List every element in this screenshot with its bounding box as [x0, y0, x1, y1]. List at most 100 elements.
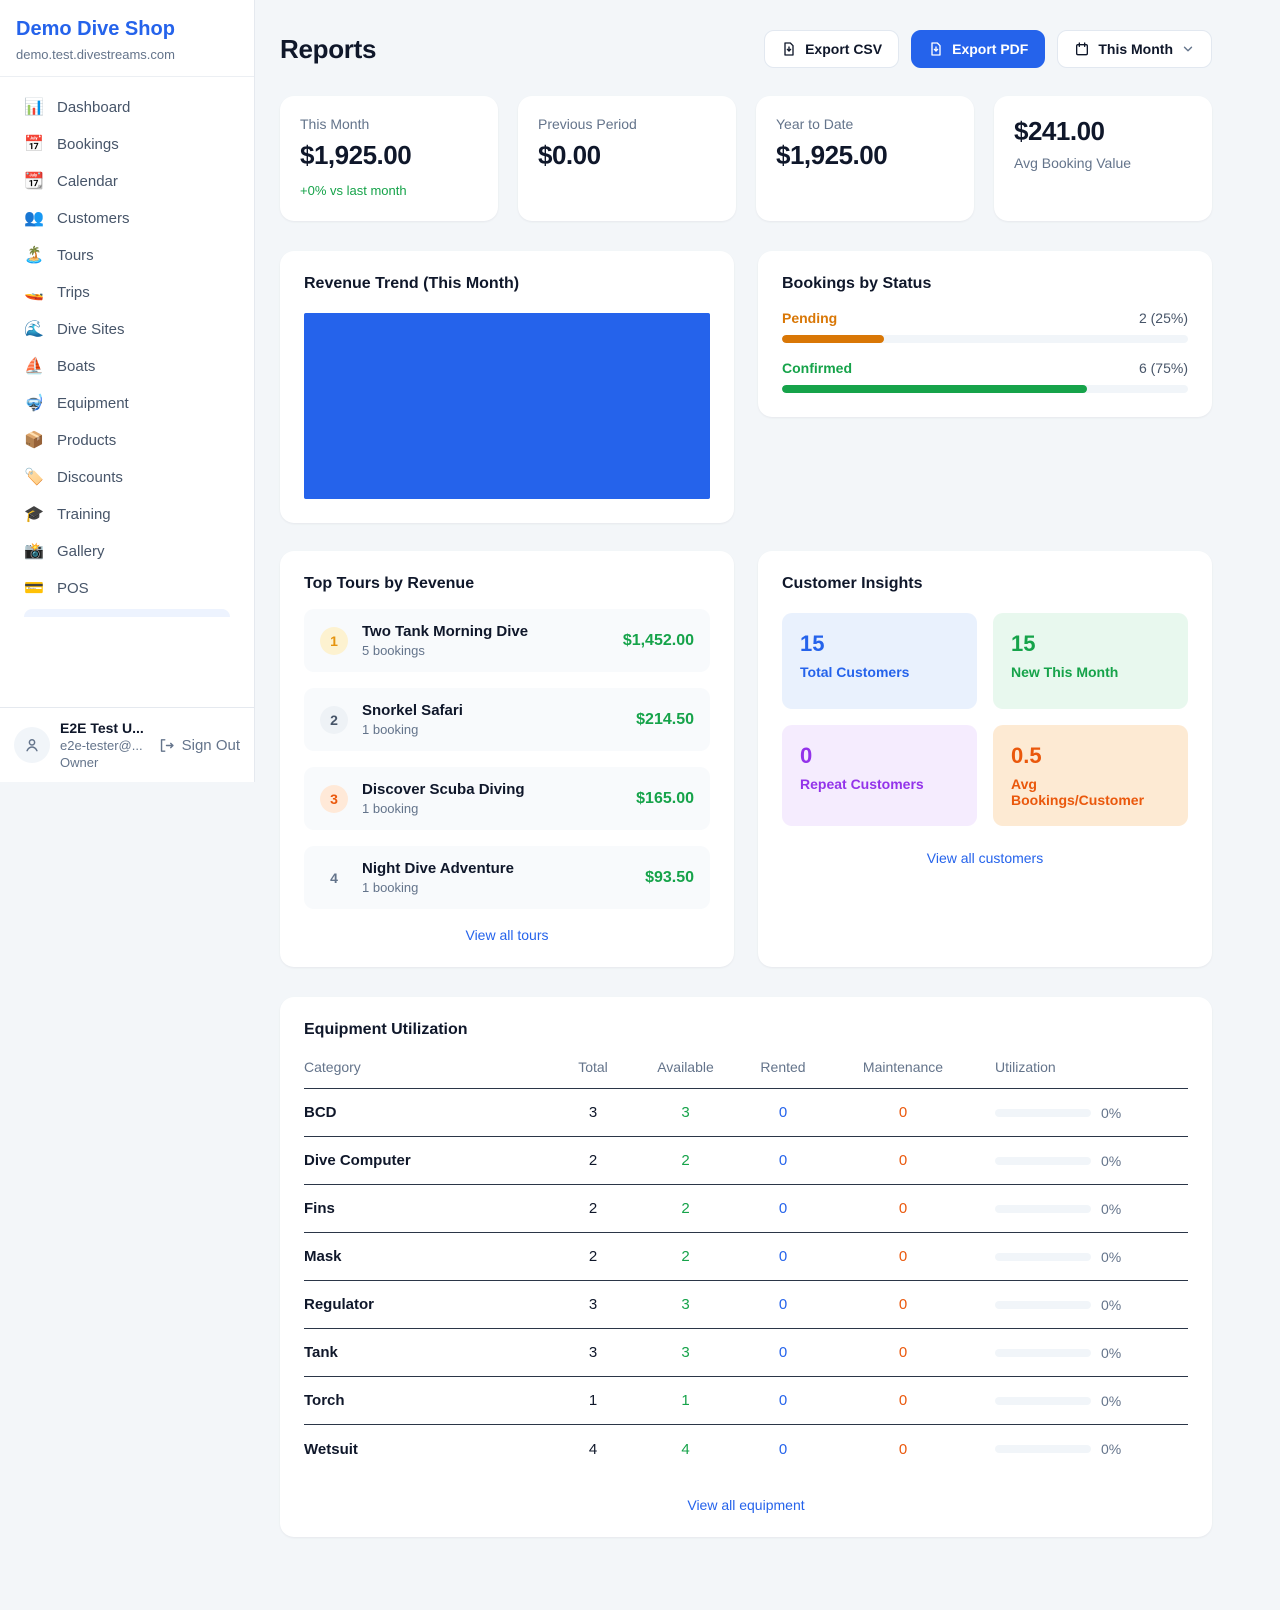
tour-name: Two Tank Morning Dive: [362, 623, 528, 640]
sidebar-item-label: Products: [57, 432, 116, 449]
equipment-category: BCD: [304, 1104, 548, 1121]
stat-card-this-month: This Month $1,925.00 +0% vs last month: [280, 96, 498, 221]
tour-bookings: 1 booking: [362, 880, 514, 895]
tear-off-calendar-icon: 📆: [24, 174, 44, 190]
export-csv-label: Export CSV: [805, 41, 882, 57]
sidebar-item-label: Customers: [57, 210, 130, 227]
user-section: E2E Test U... e2e-tester@... Owner Sign …: [0, 707, 254, 782]
tour-amount: $1,452.00: [623, 632, 694, 650]
equipment-available: 1: [638, 1392, 733, 1409]
progress-track: [782, 385, 1188, 393]
sidebar-item-label: Gallery: [57, 543, 105, 560]
tour-bookings: 1 booking: [362, 801, 525, 816]
sidebar-item-boats[interactable]: ⛵ Boats: [12, 348, 242, 385]
main-content: Reports Export CSV Export PDF This Month: [280, 0, 1212, 1577]
sign-out-button[interactable]: Sign Out: [158, 737, 240, 754]
sidebar-item-equipment[interactable]: 🤿 Equipment: [12, 385, 242, 422]
insight-tiles: 15 Total Customers 15 New This Month 0 R…: [782, 613, 1188, 826]
sidebar-item-dive-sites[interactable]: 🌊 Dive Sites: [12, 311, 242, 348]
camera-icon: 📸: [24, 544, 44, 560]
sidebar-item-calendar[interactable]: 📆 Calendar: [12, 163, 242, 200]
charts-row: Revenue Trend (This Month) Bookings by S…: [280, 251, 1212, 523]
export-pdf-button[interactable]: Export PDF: [911, 30, 1045, 68]
sidebar-item-training[interactable]: 🎓 Training: [12, 496, 242, 533]
status-row-pending: Pending 2 (25%): [782, 310, 1188, 343]
tile-value: 15: [1011, 631, 1170, 657]
utilization-percent: 0%: [1101, 1345, 1121, 1361]
stat-value: $1,925.00: [776, 140, 954, 171]
table-row: Wetsuit 4 4 0 0 0%: [304, 1425, 1188, 1473]
sidebar-item-discounts[interactable]: 🏷️ Discounts: [12, 459, 242, 496]
column-header-rented: Rented: [733, 1059, 833, 1075]
view-all-tours-link[interactable]: View all tours: [304, 909, 710, 943]
customer-insights-card: Customer Insights 15 Total Customers 15 …: [758, 551, 1212, 967]
tile-avg-bookings-per-customer: 0.5 Avg Bookings/Customer: [993, 725, 1188, 826]
shop-name: Demo Dive Shop: [16, 18, 238, 41]
table-row: Mask 2 2 0 0 0%: [304, 1233, 1188, 1281]
stat-value: $1,925.00: [300, 140, 478, 171]
credit-card-icon: 💳: [24, 581, 44, 597]
equipment-rented: 0: [733, 1200, 833, 1217]
page-header: Reports Export CSV Export PDF This Month: [280, 30, 1212, 68]
shop-domain: demo.test.divestreams.com: [16, 47, 238, 62]
sidebar-item-trips[interactable]: 🚤 Trips: [12, 274, 242, 311]
column-header-maintenance: Maintenance: [833, 1059, 973, 1075]
sidebar-item-pos[interactable]: 💳 POS: [12, 570, 242, 607]
sidebar-item-bookings[interactable]: 📅 Bookings: [12, 126, 242, 163]
sidebar-item-reports-partial[interactable]: [24, 609, 230, 617]
avatar: [14, 727, 50, 763]
sidebar-item-label: Dashboard: [57, 99, 130, 116]
top-tours-title: Top Tours by Revenue: [304, 575, 710, 593]
equipment-rented: 0: [733, 1104, 833, 1121]
stat-card-year-to-date: Year to Date $1,925.00: [756, 96, 974, 221]
tour-bookings: 5 bookings: [362, 643, 528, 658]
export-csv-button[interactable]: Export CSV: [764, 30, 899, 68]
revenue-trend-title: Revenue Trend (This Month): [304, 275, 710, 293]
sidebar-item-tours[interactable]: 🏝️ Tours: [12, 237, 242, 274]
stat-value: $241.00: [1014, 116, 1192, 147]
header-actions: Export CSV Export PDF This Month: [764, 30, 1212, 68]
sidebar-item-label: Discounts: [57, 469, 123, 486]
utilization-percent: 0%: [1101, 1441, 1121, 1457]
tile-new-this-month: 15 New This Month: [993, 613, 1188, 709]
tour-amount: $165.00: [636, 790, 694, 808]
tile-value: 0: [800, 743, 959, 769]
bar-chart-icon: 📊: [24, 100, 44, 116]
equipment-maintenance: 0: [833, 1392, 973, 1409]
sidebar-item-gallery[interactable]: 📸 Gallery: [12, 533, 242, 570]
equipment-category: Fins: [304, 1200, 548, 1217]
progress-fill: [782, 335, 884, 343]
equipment-total: 4: [548, 1441, 638, 1458]
sidebar-item-customers[interactable]: 👥 Customers: [12, 200, 242, 237]
utilization-percent: 0%: [1101, 1153, 1121, 1169]
table-row: Regulator 3 3 0 0 0%: [304, 1281, 1188, 1329]
utilization-bar: [995, 1445, 1091, 1453]
file-download-icon: [781, 41, 797, 57]
view-all-equipment-link[interactable]: View all equipment: [304, 1497, 1188, 1513]
user-icon: [23, 736, 41, 754]
tour-name: Night Dive Adventure: [362, 860, 514, 877]
equipment-rented: 0: [733, 1344, 833, 1361]
sidebar-item-products[interactable]: 📦 Products: [12, 422, 242, 459]
sidebar-item-label: Tours: [57, 247, 94, 264]
sidebar-item-label: Training: [57, 506, 111, 523]
stat-card-previous-period: Previous Period $0.00: [518, 96, 736, 221]
stat-value: $0.00: [538, 140, 716, 171]
equipment-rented: 0: [733, 1248, 833, 1265]
equipment-available: 2: [638, 1152, 733, 1169]
utilization-percent: 0%: [1101, 1249, 1121, 1265]
sidebar-item-label: Calendar: [57, 173, 118, 190]
user-name: E2E Test U...: [60, 720, 144, 736]
equipment-category: Dive Computer: [304, 1152, 548, 1169]
tour-row: 2 Snorkel Safari 1 booking $214.50: [304, 688, 710, 751]
period-dropdown[interactable]: This Month: [1057, 30, 1212, 68]
utilization-bar: [995, 1157, 1091, 1165]
table-row: Fins 2 2 0 0 0%: [304, 1185, 1188, 1233]
view-all-customers-link[interactable]: View all customers: [782, 850, 1188, 866]
tour-row: 4 Night Dive Adventure 1 booking $93.50: [304, 846, 710, 909]
sidebar-item-dashboard[interactable]: 📊 Dashboard: [12, 89, 242, 126]
user-email: e2e-tester@...: [60, 738, 144, 753]
logout-icon: [158, 737, 175, 754]
sign-out-label: Sign Out: [182, 737, 240, 754]
tile-label: Repeat Customers: [800, 776, 959, 792]
